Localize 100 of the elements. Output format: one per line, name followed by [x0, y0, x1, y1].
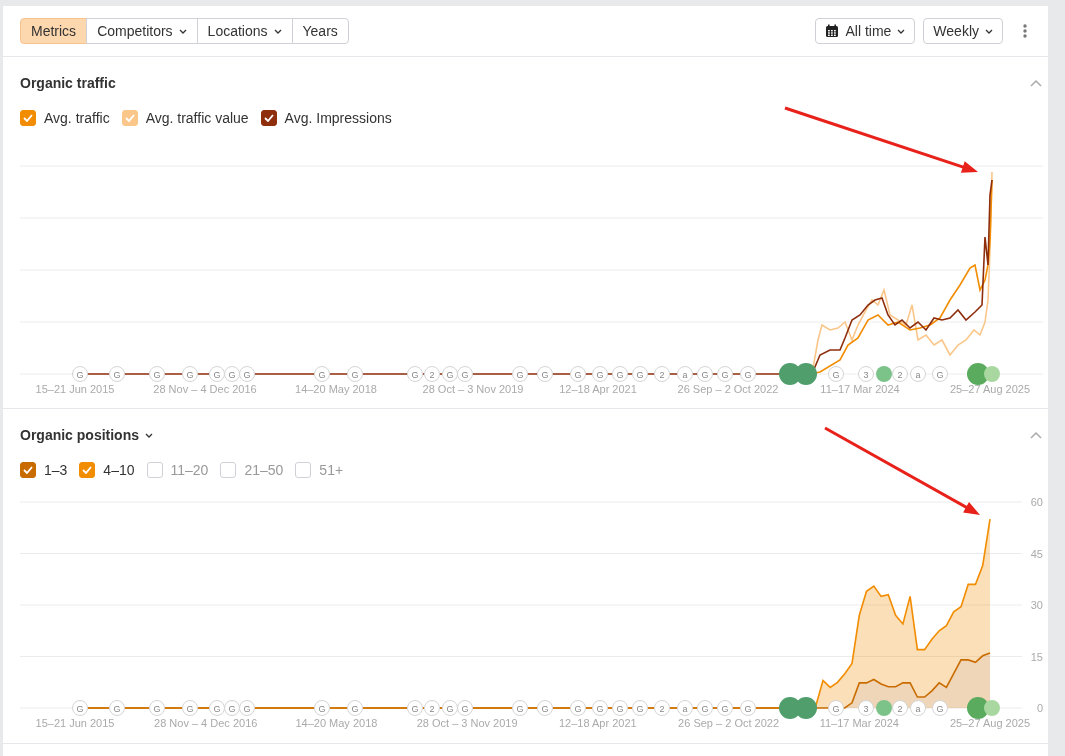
annotation-marker[interactable]: G [592, 700, 608, 716]
annotation-marker[interactable]: G [632, 366, 648, 382]
annotation-marker[interactable]: 2 [892, 700, 908, 716]
axis-label: 15–21 Jun 2015 [35, 383, 115, 395]
annotation-marker[interactable]: G [537, 366, 553, 382]
annotation-marker[interactable]: G [457, 366, 473, 382]
annotation-marker[interactable]: G [209, 366, 225, 382]
axis-label: 28 Nov – 4 Dec 2016 [154, 717, 258, 729]
legend-label: 21–50 [244, 462, 284, 478]
annotation-marker[interactable]: a [677, 366, 693, 382]
annotation-marker[interactable]: G [209, 700, 225, 716]
segment-tab[interactable]: Metrics [20, 18, 88, 44]
annotation-marker[interactable]: G [512, 700, 528, 716]
segment-tab[interactable]: Competitors [86, 18, 198, 44]
chevron-icon[interactable] [1030, 79, 1042, 87]
date-range-dropdown[interactable]: All time [815, 18, 916, 44]
caret-icon [145, 432, 153, 438]
annotation-marker[interactable]: 3 [858, 700, 874, 716]
annotation-marker[interactable]: G [740, 366, 756, 382]
annotation-marker[interactable]: G [442, 366, 458, 382]
check-icon [82, 466, 93, 474]
annotation-dot[interactable] [876, 366, 892, 382]
annotation-marker[interactable]: G [314, 700, 330, 716]
axis-label: 30 [1030, 599, 1043, 611]
axis-label: 11–17 Mar 2024 [819, 717, 899, 729]
annotation-marker[interactable]: 2 [654, 366, 670, 382]
section-title: Organic traffic [20, 75, 116, 91]
annotation-marker[interactable]: a [910, 700, 926, 716]
annotation-marker[interactable]: G [632, 700, 648, 716]
annotation-marker[interactable]: G [537, 700, 553, 716]
annotation-marker[interactable]: G [109, 366, 125, 382]
annotation-marker[interactable]: G [717, 700, 733, 716]
annotation-dot[interactable] [984, 366, 1000, 382]
annotation-marker[interactable]: G [407, 366, 423, 382]
annotation-marker[interactable]: G [72, 366, 88, 382]
annotation-marker[interactable]: G [149, 366, 165, 382]
annotation-marker[interactable]: G [347, 700, 363, 716]
annotation-marker[interactable]: G [442, 700, 458, 716]
annotation-marker[interactable]: G [570, 366, 586, 382]
annotation-marker[interactable]: G [592, 366, 608, 382]
annotation-dot[interactable] [876, 700, 892, 716]
annotation-marker[interactable]: G [697, 366, 713, 382]
axis-label: 28 Oct – 3 Nov 2019 [416, 717, 518, 729]
checkbox[interactable] [260, 110, 277, 126]
annotation-marker[interactable]: G [612, 366, 628, 382]
legend-label: 4–10 [103, 462, 135, 478]
annotation-marker[interactable]: G [570, 700, 586, 716]
checkbox[interactable] [20, 110, 36, 126]
annotation-marker[interactable]: G [239, 366, 255, 382]
annotation-marker[interactable]: G [182, 366, 198, 382]
axis-label: 15–21 Jun 2015 [35, 717, 115, 729]
annotation-marker[interactable]: G [717, 366, 733, 382]
checkbox[interactable] [20, 462, 36, 478]
annotation-marker[interactable]: G [182, 700, 198, 716]
annotation-marker[interactable]: G [347, 366, 363, 382]
annotation-marker[interactable]: a [910, 366, 926, 382]
annotation-marker[interactable]: G [407, 700, 423, 716]
annotation-marker[interactable]: G [239, 700, 255, 716]
annotation-marker[interactable]: 3 [858, 366, 874, 382]
caret-icon [897, 28, 906, 34]
annotation-marker[interactable]: 2 [892, 366, 908, 382]
annotation-marker[interactable]: 2 [424, 366, 440, 382]
section-title-dropdown[interactable]: Organic positions [20, 427, 153, 443]
annotation-marker[interactable]: G [224, 700, 240, 716]
axis-label: 28 Oct – 3 Nov 2019 [422, 383, 524, 395]
annotation-marker[interactable]: G [149, 700, 165, 716]
checkbox[interactable] [79, 462, 96, 478]
annotation-marker[interactable]: G [512, 366, 528, 382]
interval-dropdown[interactable]: Weekly [923, 18, 1003, 44]
annotation-dot[interactable] [795, 363, 817, 385]
annotation-dot[interactable] [984, 700, 1000, 716]
axis-label: 25–27 Aug 2025 [949, 383, 1031, 395]
axis-label: 12–18 Apr 2021 [559, 717, 637, 729]
annotation-marker[interactable]: G [109, 700, 125, 716]
annotation-marker[interactable]: G [828, 366, 844, 382]
annotation-marker[interactable]: G [932, 700, 948, 716]
annotation-dot[interactable] [795, 697, 817, 719]
axis-label: 14–20 May 2018 [295, 717, 378, 729]
annotation-marker[interactable]: 2 [424, 700, 440, 716]
annotation-marker[interactable]: G [697, 700, 713, 716]
annotation-marker[interactable]: G [612, 700, 628, 716]
axis-label: 25–27 Aug 2025 [949, 717, 1031, 729]
calendar-icon [825, 24, 840, 38]
legend-label: 1–3 [44, 462, 68, 478]
annotation-marker[interactable]: G [457, 700, 473, 716]
chevron-icon[interactable] [1030, 431, 1042, 439]
segment-tab[interactable]: Locations [196, 18, 293, 44]
axis-label: 26 Sep – 2 Oct 2022 [678, 717, 780, 729]
annotation-marker[interactable]: G [740, 700, 756, 716]
axis-label: 45 [1030, 547, 1043, 560]
annotation-marker[interactable]: G [314, 366, 330, 382]
axis-label: 26 Sep – 2 Oct 2022 [677, 383, 779, 395]
axis-label: 0 [1036, 702, 1043, 714]
annotation-marker[interactable]: 2 [654, 700, 670, 716]
annotation-marker[interactable]: G [224, 366, 240, 382]
annotation-marker[interactable]: G [72, 700, 88, 716]
annotation-marker[interactable]: a [677, 700, 693, 716]
annotation-marker[interactable]: G [828, 700, 844, 716]
segment-tab[interactable]: Years [291, 18, 349, 44]
annotation-marker[interactable]: G [932, 366, 948, 382]
